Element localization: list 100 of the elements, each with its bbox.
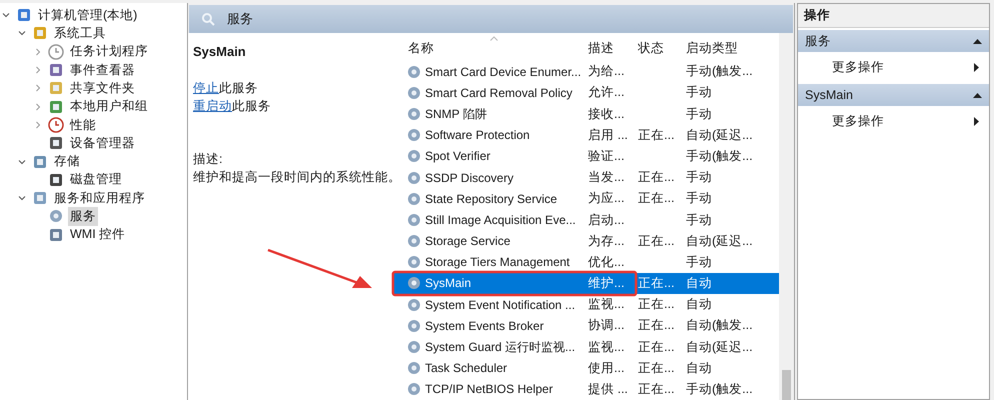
table-row[interactable]: System Event Notification ... 监视... 正在... 自动 xyxy=(393,294,779,316)
table-row[interactable]: State Repository Service 为应... 正在... 手动 xyxy=(393,188,779,210)
column-heading[interactable]: 启动类型 xyxy=(686,39,761,58)
scrollbar[interactable] xyxy=(779,33,794,400)
gear-icon xyxy=(406,148,422,164)
table-row[interactable]: SNMP 陷阱 接收... 手动 xyxy=(393,103,779,125)
table-row[interactable]: Smart Card Device Enumer... 为给... 手动(触发... xyxy=(393,61,779,82)
tree-item[interactable]: 性能 xyxy=(68,116,98,134)
action-item[interactable]: 更多操作 xyxy=(798,52,989,82)
table-cell: 手动 xyxy=(686,212,712,227)
tree-item[interactable]: 本地用户和组 xyxy=(68,97,150,116)
service-name-cell-text: Task Scheduler xyxy=(425,360,508,378)
gear-icon xyxy=(406,212,422,228)
gear-icon xyxy=(48,208,64,224)
tree-item[interactable]: 磁盘管理 xyxy=(68,170,124,190)
table-cell: 启动... xyxy=(588,212,624,227)
collapse-caret-icon[interactable] xyxy=(973,92,982,98)
table-row[interactable]: System Guard 运行时监视... 监视... 正在... 自动(延迟... xyxy=(393,336,779,358)
service-name-cell-text: Still Image Acquisition Eve... xyxy=(425,212,576,229)
table-row[interactable]: Software Protection 启用 ... 正在... 自动(延迟... xyxy=(393,124,779,146)
table-cell: 接收... xyxy=(588,106,624,121)
tree-item[interactable]: 共享文件夹 xyxy=(68,78,137,98)
table-row[interactable]: Storage Service 为存... 正在... 自动(延迟... xyxy=(393,230,779,252)
gear-icon xyxy=(406,106,422,122)
table-row[interactable]: Spot Verifier 验证... 手动(触发... xyxy=(393,146,779,167)
gear-icon xyxy=(406,339,422,356)
table-row[interactable]: Smart Card Removal Policy 允许... 手动 xyxy=(393,82,779,104)
tree-item[interactable]: 设备管理器 xyxy=(68,134,137,153)
gear-icon xyxy=(406,170,422,186)
table-row[interactable]: Task Scheduler 使用... 正在... 自动 xyxy=(393,358,779,379)
tree-item[interactable]: 事件查看器 xyxy=(68,60,137,80)
table-cell: 验证... xyxy=(588,148,624,163)
action-link[interactable]: 重启动 xyxy=(193,98,232,112)
table-cell: 自动(触发... xyxy=(686,318,753,332)
chevron-down-icon[interactable] xyxy=(18,158,26,166)
gear-icon xyxy=(406,318,422,334)
service-name-cell-text: SSDP Discovery xyxy=(425,170,514,187)
tree-item[interactable]: 存储 xyxy=(52,152,82,171)
service-name-cell-text: Storage Tiers Management xyxy=(425,254,570,272)
chevron-down-icon[interactable] xyxy=(18,29,26,38)
column-heading[interactable]: 名称 xyxy=(393,39,588,58)
table-cell: 正在... xyxy=(638,234,674,248)
section-header[interactable]: SysMain xyxy=(798,84,989,106)
table-cell: 维护... xyxy=(588,276,624,290)
column-heading[interactable]: 状态 xyxy=(638,39,686,58)
table-cell: 为存... xyxy=(588,234,624,248)
table-cell: 提供 ... xyxy=(588,382,628,396)
gear-icon xyxy=(406,84,422,101)
collapse-caret-icon[interactable] xyxy=(973,38,982,44)
table-cell: 正在... xyxy=(638,360,674,375)
chevron-down-icon[interactable] xyxy=(18,194,26,202)
table-cell: 自动(延迟... xyxy=(686,128,753,142)
table-cell: 使用... xyxy=(588,360,624,375)
tree-item[interactable]: 任务计划程序 xyxy=(68,42,150,62)
tree-item[interactable]: WMI 控件 xyxy=(68,225,128,244)
gear-icon xyxy=(406,190,422,207)
gear-icon xyxy=(406,254,422,270)
tree-item[interactable]: 系统工具 xyxy=(52,24,108,43)
action-item[interactable]: 更多操作 xyxy=(798,106,989,136)
scrollbar-thumb[interactable] xyxy=(782,370,791,400)
description-text: 维护和提高一段时间内的系统性能。 xyxy=(193,169,393,186)
tree-item[interactable]: 服务和应用程序 xyxy=(52,188,147,208)
tree-node-icon xyxy=(48,80,64,96)
tree-item[interactable]: 服务 xyxy=(68,207,98,226)
column-heading[interactable]: 描述 xyxy=(588,39,638,58)
table-row[interactable]: SysMain 维护... 正在... 自动 xyxy=(393,272,779,294)
action-link[interactable]: 停止 xyxy=(193,80,219,94)
chevron-right-icon[interactable] xyxy=(34,66,42,74)
table-cell: 正在... xyxy=(638,191,674,206)
table-cell: 正在... xyxy=(638,297,674,312)
tree-node-icon xyxy=(32,154,48,170)
section-header[interactable]: 服务 xyxy=(798,30,989,52)
table-cell: 正在... xyxy=(638,382,674,396)
chevron-right-icon[interactable] xyxy=(34,48,42,56)
table-cell: 允许... xyxy=(588,85,624,100)
service-name-cell-text: State Repository Service xyxy=(425,190,558,208)
gear-icon xyxy=(406,233,422,250)
table-cell: 手动 xyxy=(686,254,712,269)
submenu-arrow-icon xyxy=(974,116,979,126)
action-label: 更多操作 xyxy=(832,58,884,76)
service-name-cell-text: Storage Service xyxy=(425,233,510,250)
service-name-cell-text: TCP/IP NetBIOS Helper xyxy=(425,381,553,398)
chevron-down-icon[interactable] xyxy=(2,11,10,20)
table-row[interactable]: Storage Tiers Management 优化... 手动 xyxy=(393,252,779,273)
table-cell: 监视... xyxy=(588,297,624,312)
gear-icon xyxy=(406,127,422,144)
gear-icon xyxy=(406,275,422,292)
chevron-right-icon[interactable] xyxy=(34,120,42,129)
service-name-cell-text: SNMP 陷阱 xyxy=(425,106,487,123)
service-name-cell-text: Software Protection xyxy=(425,127,530,144)
tree-item[interactable]: 计算机管理(本地) xyxy=(36,6,140,25)
service-name-cell-text: System Events Broker xyxy=(425,318,544,335)
actions-title: 操作 xyxy=(798,4,989,28)
chevron-right-icon[interactable] xyxy=(34,84,42,92)
table-row[interactable]: TCP/IP NetBIOS Helper 提供 ... 正在... 手动(触发... xyxy=(393,378,779,400)
table-row[interactable]: System Events Broker 协调... 正在... 自动(触发... xyxy=(393,315,779,336)
table-row[interactable]: SSDP Discovery 当发... 正在... 手动 xyxy=(393,166,779,188)
table-row[interactable]: Still Image Acquisition Eve... 启动... 手动 xyxy=(393,209,779,230)
table-cell: 正在... xyxy=(638,318,674,332)
chevron-right-icon[interactable] xyxy=(34,102,42,111)
